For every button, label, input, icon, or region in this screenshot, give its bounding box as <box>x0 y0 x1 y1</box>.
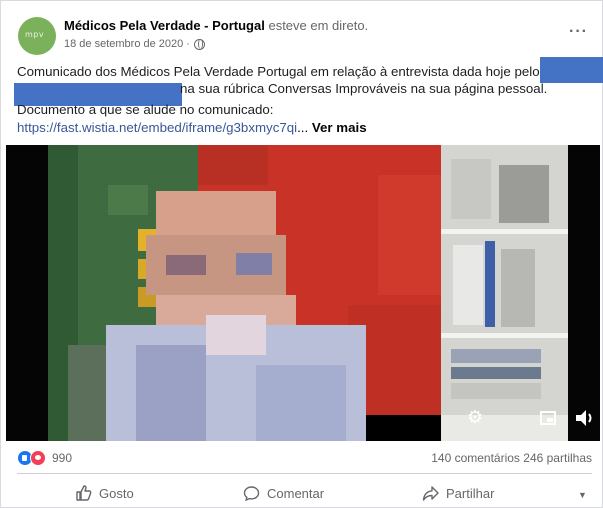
page-avatar[interactable]: mpv <box>18 17 56 55</box>
post-date[interactable]: 18 de setembro de 2020 · <box>64 38 190 50</box>
post-text-line-2: na sua rúbrica Conversas Improváveis na … <box>180 81 548 96</box>
comments-count[interactable]: 140 comentários <box>431 451 520 465</box>
video-player[interactable]: ⚙ <box>6 145 600 441</box>
engagement-counts: 140 comentários 246 partilhas <box>431 451 592 465</box>
share-label: Partilhar <box>446 486 495 501</box>
post-meta: 18 de setembro de 2020 · <box>64 38 205 50</box>
picture-in-picture-icon[interactable] <box>540 411 556 425</box>
like-button[interactable]: Gosto <box>75 485 134 502</box>
post-actions: Gosto Comentar Partilhar ▼ <box>17 479 592 508</box>
link-ellipsis: ... <box>297 120 309 135</box>
video-frame-shelf <box>441 145 568 441</box>
post-text-line-3: Documento a que se alude no comunicado: <box>17 102 274 117</box>
volume-icon[interactable] <box>574 407 596 429</box>
thumbs-up-icon <box>75 485 92 502</box>
facebook-post: mpv Médicos Pela Verdade - Portugal este… <box>0 0 603 508</box>
share-button[interactable]: Partilhar <box>422 485 494 502</box>
more-options-button[interactable]: ··· <box>569 23 588 41</box>
video-letterbox-right <box>568 145 600 441</box>
reaction-count: 990 <box>52 451 73 465</box>
divider <box>17 473 592 474</box>
settings-gear-icon[interactable]: ⚙ <box>467 409 485 427</box>
shares-count[interactable]: 246 partilhas <box>523 451 592 465</box>
share-arrow-icon <box>422 485 439 502</box>
audience-dropdown-button[interactable]: ▼ <box>578 490 587 500</box>
globe-icon <box>193 38 205 50</box>
like-label: Gosto <box>99 486 134 501</box>
post-link-line: https://fast.wistia.net/embed/iframe/g3b… <box>17 120 367 135</box>
redaction-box <box>540 57 603 83</box>
comment-bubble-icon <box>243 485 260 502</box>
post-stats: 990 140 comentários 246 partilhas <box>17 450 592 470</box>
see-more-link[interactable]: Ver mais <box>312 120 367 135</box>
author-name[interactable]: Médicos Pela Verdade - Portugal <box>64 18 265 33</box>
video-letterbox-left <box>6 145 48 441</box>
comment-button[interactable]: Comentar <box>243 485 324 502</box>
document-link[interactable]: https://fast.wistia.net/embed/iframe/g3b… <box>17 120 297 135</box>
love-reaction-icon <box>30 450 46 466</box>
author-suffix: esteve em direto. <box>268 18 369 33</box>
post-header: Médicos Pela Verdade - Portugal esteve e… <box>64 18 368 33</box>
reactions-summary[interactable]: 990 <box>17 450 72 466</box>
post-text-line-1: Comunicado dos Médicos Pela Verdade Port… <box>17 64 540 79</box>
comment-label: Comentar <box>267 486 325 501</box>
avatar-logo-icon: mpv <box>25 30 45 39</box>
